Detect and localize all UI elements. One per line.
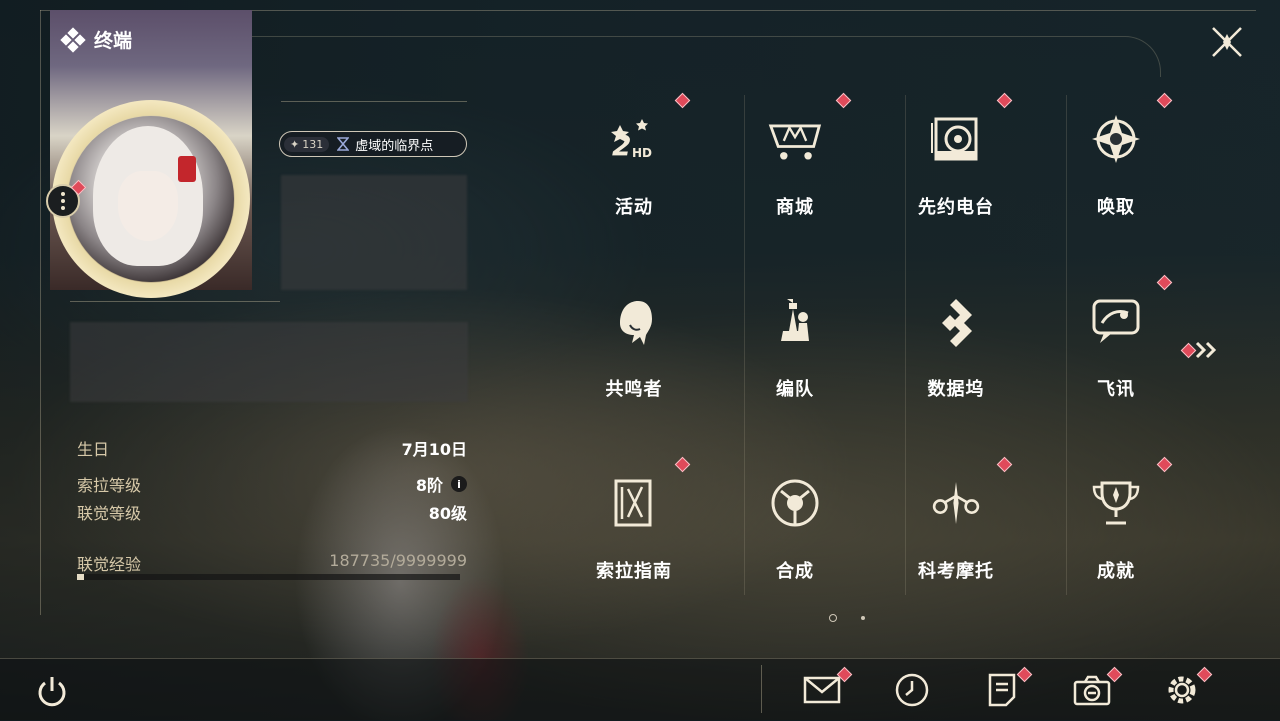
exp-progress-fill xyxy=(77,574,85,580)
birthday-row: 生日 7月10日 xyxy=(77,436,467,460)
tile-label: 编队 xyxy=(776,379,814,400)
profile-tag[interactable]: ✦ 131 虚域的临界点 xyxy=(279,131,467,157)
camera-icon[interactable] xyxy=(1072,670,1112,710)
shopping-cart-icon xyxy=(767,111,823,167)
double-chevron-right-icon[interactable] xyxy=(1194,340,1220,360)
avatar-face xyxy=(118,171,178,241)
mail-icon[interactable] xyxy=(802,670,842,710)
birthday-value: 7月10日 xyxy=(401,440,467,459)
redacted-name-area xyxy=(281,175,467,290)
notification-badge xyxy=(1156,92,1173,109)
notification-badge xyxy=(1156,274,1173,291)
tile-label: 共鸣者 xyxy=(605,379,663,400)
compass-star-icon xyxy=(1088,111,1144,167)
panel-title-text: 终端 xyxy=(94,30,133,52)
menu-tile-resonators[interactable]: 共鸣者 xyxy=(554,277,714,457)
menu-tile-radio[interactable]: 先约电台 xyxy=(876,92,1036,275)
menu-tile-synthesis[interactable]: 合成 xyxy=(715,459,875,639)
tile-label: 飞讯 xyxy=(1097,379,1135,400)
sparkle-icon: ✦ xyxy=(290,137,300,151)
svg-text:HD: HD xyxy=(632,146,652,160)
tile-label: 科考摩托 xyxy=(918,561,994,582)
divider-top xyxy=(281,101,467,102)
message-bubble-icon xyxy=(1088,293,1144,349)
menu-tile-motorcycle[interactable]: 科考摩托 xyxy=(876,456,1036,639)
birthday-label: 生日 xyxy=(77,440,110,459)
menu-tile-messages[interactable]: 飞讯 xyxy=(1036,274,1196,457)
radio-icon xyxy=(928,111,984,167)
union-level-label: 联觉等级 xyxy=(77,504,142,523)
tile-label: 先约电台 xyxy=(918,197,994,218)
motorcycle-icon xyxy=(928,475,984,531)
tile-label: 合成 xyxy=(776,561,814,582)
notification-badge xyxy=(674,456,691,473)
page-dot[interactable] xyxy=(861,616,865,620)
notification-badge xyxy=(835,92,852,109)
panel-title: 终端 xyxy=(60,26,133,53)
hourglass-icon xyxy=(337,137,350,151)
tag-label: 虚域的临界点 xyxy=(337,135,433,154)
event-2hd-icon: 2 HD xyxy=(606,111,662,167)
sola-level-value-wrap: 8阶 i xyxy=(416,472,467,496)
tile-label: 活动 xyxy=(615,197,653,218)
union-level-value: 80级 xyxy=(428,504,467,523)
chess-pieces-icon xyxy=(767,293,823,349)
union-level-row: 联觉等级 80级 xyxy=(77,500,467,524)
redacted-signature-area xyxy=(70,322,468,402)
info-icon[interactable]: i xyxy=(451,476,467,492)
tile-label: 商城 xyxy=(776,197,814,218)
sola-level-label: 索拉等级 xyxy=(77,476,142,495)
notification-badge xyxy=(674,92,691,109)
close-x-icon[interactable] xyxy=(1207,22,1247,62)
tile-label: 成就 xyxy=(1097,561,1135,582)
avatar[interactable] xyxy=(68,116,234,282)
tag-text: 虚域的临界点 xyxy=(355,138,434,154)
character-head-icon xyxy=(606,293,662,349)
exp-progress-bar xyxy=(77,574,460,580)
diamond-cluster-icon xyxy=(60,26,86,53)
exp-row: 联觉经验 187735/9999999 xyxy=(77,551,467,575)
avatar-ribbon xyxy=(178,156,196,182)
tag-count-pill: ✦ 131 xyxy=(284,136,330,152)
data-dock-icon xyxy=(928,293,984,349)
menu-tile-achievements[interactable]: 成就 xyxy=(1036,456,1196,639)
notice-icon[interactable] xyxy=(982,670,1022,710)
menu-tile-summon[interactable]: 唤取 xyxy=(1036,92,1196,275)
bottom-separator xyxy=(761,665,762,713)
page-dot-active[interactable] xyxy=(829,614,837,622)
exp-label: 联觉经验 xyxy=(77,555,142,574)
tile-label: 唤取 xyxy=(1097,197,1135,218)
sola-level-row: 索拉等级 8阶 i xyxy=(77,472,467,496)
menu-tile-data-dock[interactable]: 数据坞 xyxy=(876,277,1036,457)
menu-tile-events[interactable]: 2 HD 活动 xyxy=(554,92,714,275)
notification-badge xyxy=(996,456,1013,473)
menu-tile-guide[interactable]: 索拉指南 xyxy=(554,456,714,639)
notification-badge xyxy=(996,92,1013,109)
menu-tile-shop[interactable]: 商城 xyxy=(715,92,875,275)
frame-inner-outline xyxy=(250,36,1161,77)
tile-label: 数据坞 xyxy=(927,379,985,400)
guide-book-icon xyxy=(606,475,662,531)
tile-label: 索拉指南 xyxy=(596,561,672,582)
settings-gear-icon[interactable] xyxy=(1162,670,1202,710)
menu-tile-team[interactable]: 编队 xyxy=(715,277,875,457)
sola-level-value: 8阶 xyxy=(415,476,443,495)
divider-mid xyxy=(70,301,280,302)
power-icon[interactable] xyxy=(33,673,71,711)
frame-left-line xyxy=(40,10,41,615)
exp-value: 187735/9999999 xyxy=(329,551,467,570)
synthesis-icon xyxy=(767,475,823,531)
tag-count: 131 xyxy=(302,137,324,151)
clock-icon[interactable] xyxy=(892,670,932,710)
notification-badge xyxy=(1156,456,1173,473)
trophy-icon xyxy=(1088,475,1144,531)
